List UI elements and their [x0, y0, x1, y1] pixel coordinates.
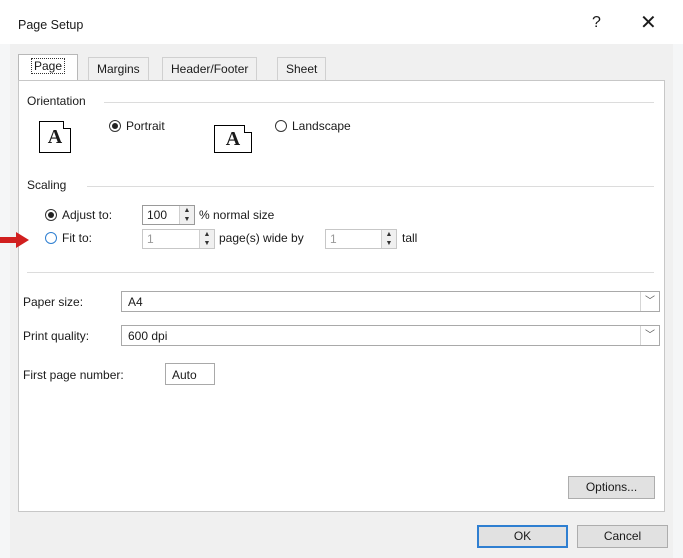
fit-to-radio[interactable] — [45, 232, 57, 244]
fit-to-label[interactable]: Fit to: — [62, 231, 92, 245]
adjust-to-spinner[interactable]: 100 ▲ ▼ — [142, 205, 195, 225]
page-tab-panel: Orientation A Portrait A Landscape Scali… — [18, 80, 665, 512]
chevron-down-icon[interactable]: ﹀ — [640, 292, 659, 311]
first-page-number-label: First page number: — [23, 368, 124, 382]
adjust-to-radio[interactable] — [45, 209, 57, 221]
landscape-radio[interactable] — [275, 120, 287, 132]
portrait-page-icon: A — [39, 121, 71, 153]
first-page-number-value[interactable]: Auto — [172, 368, 197, 382]
fit-wide-spinner[interactable]: 1 ▲ ▼ — [142, 229, 215, 249]
orientation-divider — [104, 102, 654, 103]
portrait-icon-fold — [63, 121, 71, 129]
adjust-to-value[interactable]: 100 — [147, 208, 167, 222]
adjust-to-spin-arrows-icon[interactable]: ▲ ▼ — [179, 206, 194, 224]
paper-size-select[interactable]: A4 ﹀ — [121, 291, 660, 312]
landscape-icon-fold — [244, 125, 252, 133]
options-button[interactable]: Options... — [568, 476, 655, 499]
scaling-group-label: Scaling — [27, 178, 67, 192]
portrait-label[interactable]: Portrait — [126, 119, 165, 133]
fit-tall-value[interactable]: 1 — [330, 232, 337, 246]
fit-tall-spin-arrows-icon[interactable]: ▲ ▼ — [381, 230, 396, 248]
portrait-icon-letter: A — [47, 126, 63, 148]
landscape-page-icon: A — [214, 125, 252, 153]
paper-size-label: Paper size: — [23, 295, 84, 309]
landscape-label[interactable]: Landscape — [292, 119, 351, 133]
print-quality-value[interactable]: 600 dpi — [128, 329, 167, 343]
fit-wide-spin-arrows-icon[interactable]: ▲ ▼ — [199, 230, 214, 248]
fit-wide-suffix: page(s) wide by — [219, 231, 304, 245]
close-button[interactable]: ✕ — [640, 10, 657, 35]
cancel-button[interactable]: Cancel — [577, 525, 668, 548]
title-bar — [0, 0, 683, 44]
tab-strip: Page Margins Header/Footer Sheet — [18, 54, 348, 80]
adjust-to-label[interactable]: Adjust to: — [62, 208, 112, 222]
print-quality-select[interactable]: 600 dpi ﹀ — [121, 325, 660, 346]
paper-size-value[interactable]: A4 — [128, 295, 143, 309]
fit-tall-suffix: tall — [402, 231, 418, 245]
first-page-number-field[interactable]: Auto — [165, 363, 215, 385]
red-arrow-icon — [0, 232, 29, 248]
tab-sheet[interactable]: Sheet — [277, 57, 327, 80]
scaling-bottom-divider — [27, 272, 654, 273]
scaling-divider — [87, 186, 654, 187]
tab-page-label: Page — [30, 58, 66, 74]
orientation-group-label: Orientation — [27, 94, 86, 108]
ok-button[interactable]: OK — [477, 525, 568, 548]
landscape-icon-letter: A — [225, 128, 241, 150]
fit-wide-value[interactable]: 1 — [147, 232, 154, 246]
help-button[interactable]: ? — [592, 14, 601, 32]
tab-margins[interactable]: Margins — [88, 57, 149, 80]
fit-tall-spinner[interactable]: 1 ▲ ▼ — [325, 229, 397, 249]
dialog-title: Page Setup — [18, 18, 84, 32]
print-quality-label: Print quality: — [23, 329, 90, 343]
chevron-down-icon[interactable]: ﹀ — [640, 326, 659, 345]
adjust-to-suffix: % normal size — [199, 208, 275, 222]
portrait-radio[interactable] — [109, 120, 121, 132]
tab-page[interactable]: Page — [18, 54, 78, 80]
tab-header-footer[interactable]: Header/Footer — [162, 57, 258, 80]
